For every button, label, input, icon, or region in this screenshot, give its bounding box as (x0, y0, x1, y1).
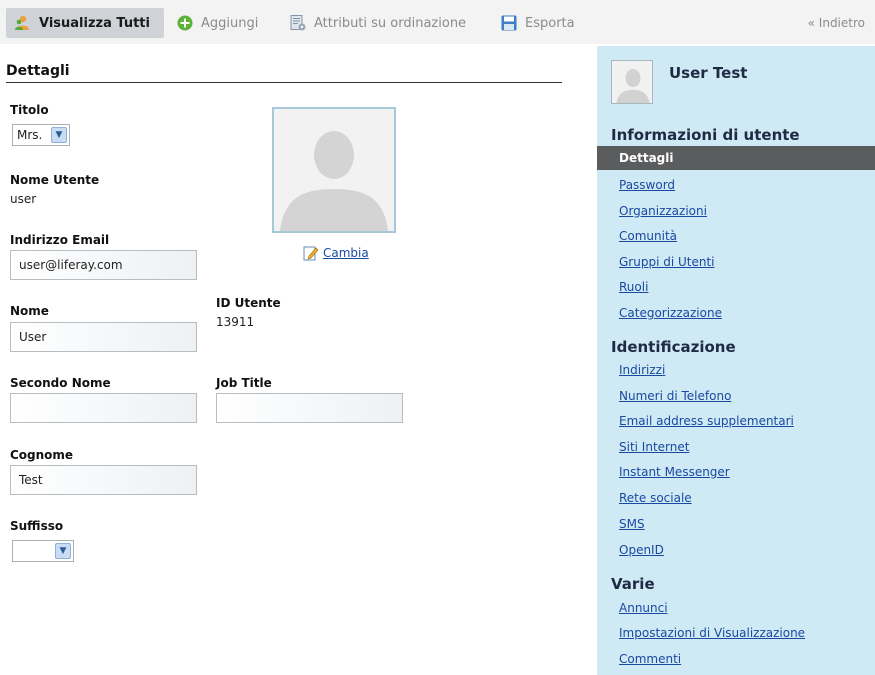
sidebar-item-sms[interactable]: SMS (619, 517, 645, 531)
sidebar-item-categorization[interactable]: Categorizzazione (619, 306, 722, 320)
sidebar-item-instant-messenger[interactable]: Instant Messenger (619, 465, 730, 479)
chevron-down-icon: ▼ (55, 543, 71, 559)
view-all-label: Visualizza Tutti (39, 15, 150, 31)
sidebar-item-phone-numbers[interactable]: Numeri di Telefono (619, 389, 731, 403)
username-value: user (10, 192, 37, 206)
suffix-label: Suffisso (10, 519, 64, 533)
add-button[interactable]: Aggiungi (176, 8, 258, 38)
first-name-label: Nome (10, 304, 49, 318)
title-select-value: Mrs. (17, 128, 43, 142)
username-label: Nome Utente (10, 173, 100, 187)
sidebar-item-password[interactable]: Password (619, 178, 675, 192)
sidebar-item-websites[interactable]: Siti Internet (619, 440, 689, 454)
first-name-field-value: User (19, 330, 47, 344)
user-id-label: ID Utente (216, 296, 281, 310)
email-field-value: user@liferay.com (19, 258, 123, 272)
last-name-label: Cognome (10, 448, 74, 462)
sidebar-item-details[interactable]: Dettagli (585, 146, 875, 170)
user-id-value: 13911 (216, 315, 255, 329)
sidebar-heading-identification: Identificazione (611, 338, 736, 356)
sidebar-item-addresses[interactable]: Indirizzi (619, 363, 665, 377)
title-select[interactable]: Mrs. ▼ (12, 124, 70, 146)
sidebar-item-organizations[interactable]: Organizzazioni (619, 204, 707, 218)
job-title-field[interactable] (216, 393, 403, 423)
chevron-down-icon: ▼ (51, 127, 67, 143)
add-icon (176, 14, 194, 32)
sidebar-item-communities[interactable]: Comunità (619, 229, 677, 243)
section-title: Dettagli (6, 63, 562, 83)
change-link-label: Cambia (323, 246, 369, 260)
sidebar-item-roles[interactable]: Ruoli (619, 280, 648, 294)
sidebar: User Test Informazioni di utente Dettagl… (585, 46, 875, 675)
sidebar-heading-misc: Varie (611, 575, 655, 593)
suffix-select[interactable]: ▼ (12, 540, 74, 562)
sidebar-item-display-settings[interactable]: Impostazioni di Visualizzazione (619, 626, 805, 640)
avatar (611, 60, 653, 104)
middle-name-label: Secondo Nome (10, 376, 111, 390)
user-silhouette-icon (274, 109, 394, 231)
last-name-field-value: Test (19, 473, 43, 487)
first-name-field[interactable]: User (10, 322, 197, 352)
sidebar-item-additional-emails[interactable]: Email address supplementari (619, 414, 794, 428)
email-field[interactable]: user@liferay.com (10, 250, 197, 280)
back-link[interactable]: « Indietro (808, 8, 865, 38)
sidebar-item-comments[interactable]: Commenti (619, 652, 681, 666)
toolbar: Visualizza Tutti Aggiungi Attributi su o… (0, 0, 875, 44)
document-settings-icon (289, 14, 307, 32)
last-name-field[interactable]: Test (10, 465, 197, 495)
export-button[interactable]: Esporta (500, 8, 575, 38)
add-label: Aggiungi (201, 15, 259, 31)
email-label: Indirizzo Email (10, 233, 110, 247)
sidebar-item-user-groups[interactable]: Gruppi di Utenti (619, 255, 715, 269)
title-label: Titolo (10, 103, 49, 117)
sidebar-heading-user-info: Informazioni di utente (611, 126, 800, 144)
job-title-label: Job Title (216, 376, 272, 390)
middle-name-field[interactable] (10, 393, 197, 423)
sidebar-item-label: Dettagli (619, 151, 674, 165)
sort-attributes-label: Attributi su ordinazione (314, 15, 467, 31)
export-label: Esporta (525, 15, 575, 31)
edit-icon (303, 245, 319, 261)
users-icon (14, 14, 32, 32)
portrait-image (272, 107, 396, 233)
sidebar-user-name: User Test (669, 64, 748, 82)
sidebar-item-announcements[interactable]: Annunci (619, 601, 668, 615)
sidebar-item-openid[interactable]: OpenID (619, 543, 664, 557)
sort-attributes-button[interactable]: Attributi su ordinazione (289, 8, 466, 38)
sidebar-item-social-network[interactable]: Rete sociale (619, 491, 692, 505)
save-icon (500, 14, 518, 32)
view-all-button[interactable]: Visualizza Tutti (6, 8, 164, 38)
change-portrait-link[interactable]: Cambia (303, 245, 369, 261)
